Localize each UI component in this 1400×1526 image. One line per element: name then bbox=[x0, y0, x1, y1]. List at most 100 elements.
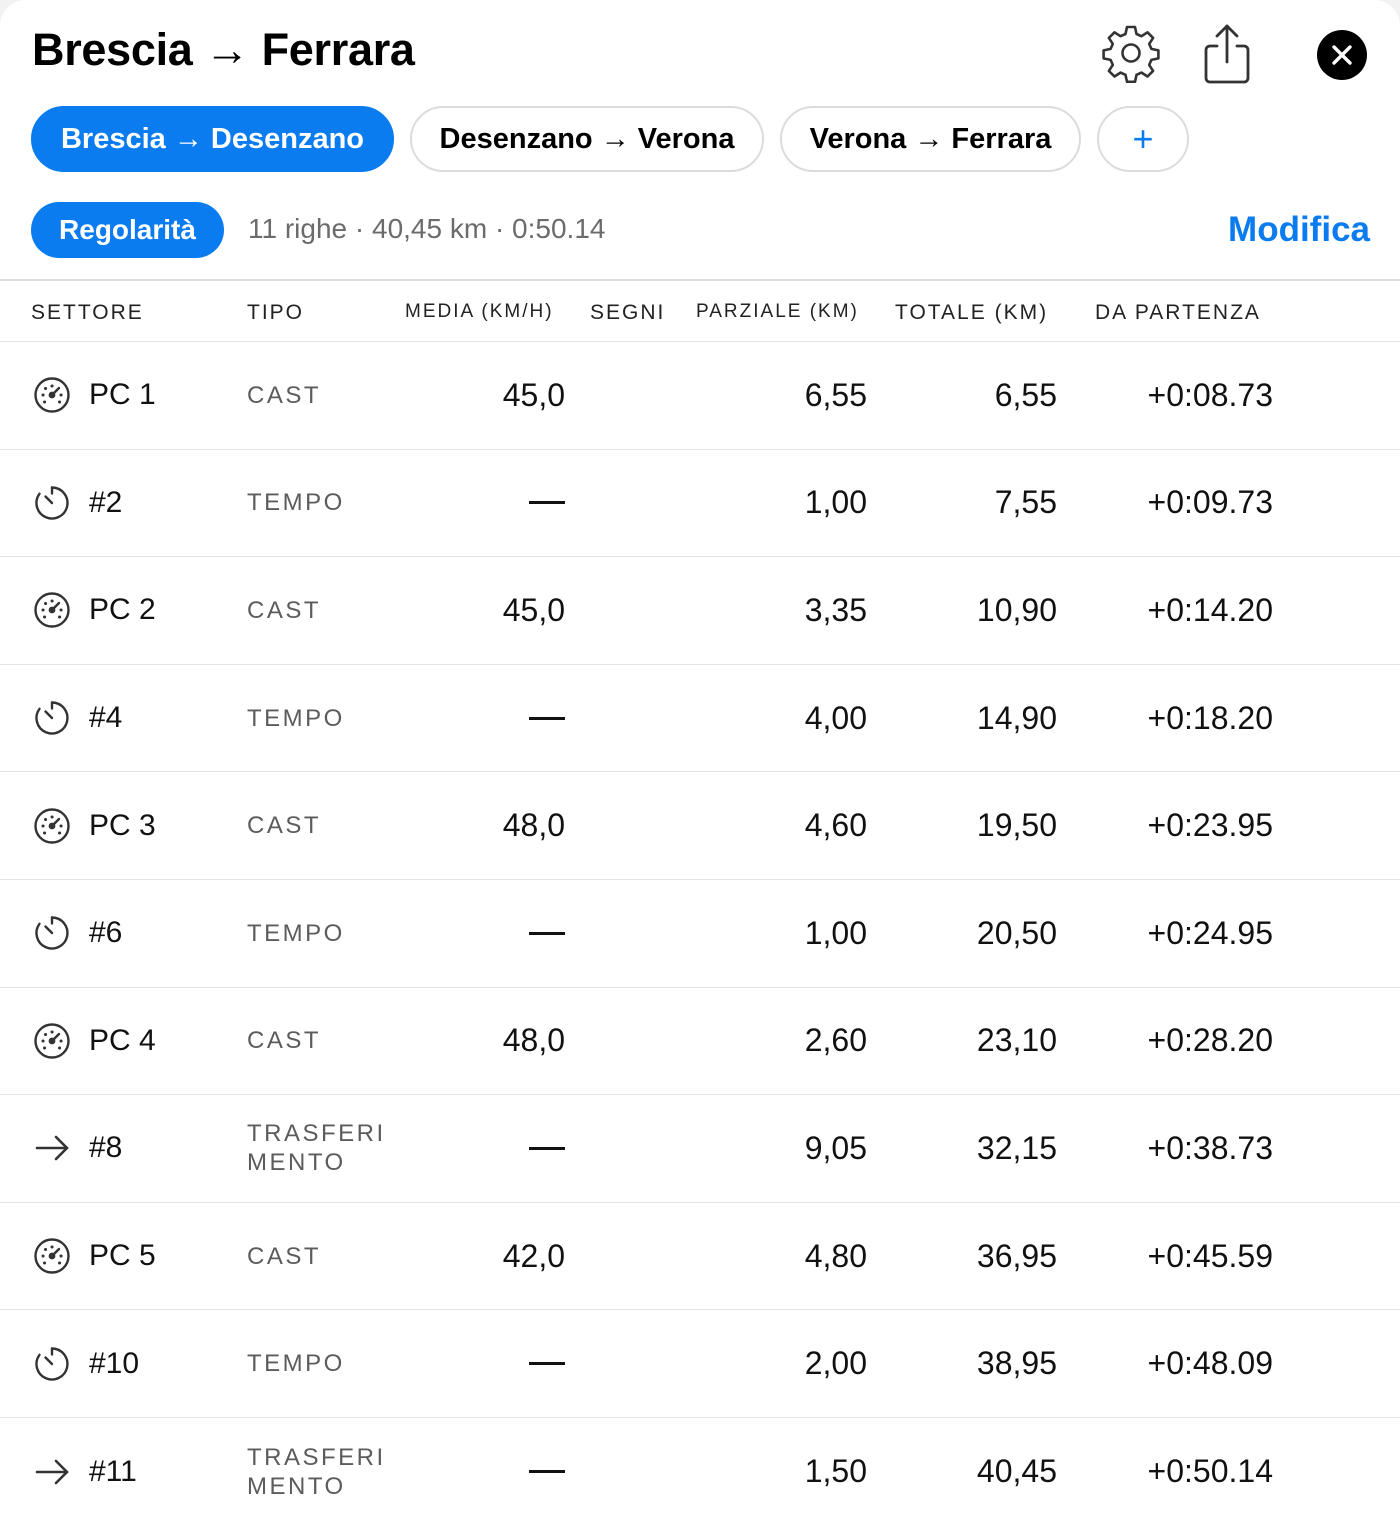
totale-cell: 6,55 bbox=[994, 376, 1057, 413]
sector-table: PC 1 CAST 45,0 6,55 6,55 +0:08.73 #2 TEMPO — 1,00… bbox=[0, 342, 1400, 1526]
table-row[interactable]: PC 1 CAST 45,0 6,55 6,55 +0:08.73 bbox=[0, 342, 1400, 450]
parziale-cell: 4,60 bbox=[804, 807, 867, 844]
sector-label: PC 5 bbox=[89, 1239, 156, 1273]
column-header-segni: SEGNI bbox=[590, 301, 666, 324]
speedometer-icon bbox=[31, 557, 73, 664]
media-empty-dash: — bbox=[529, 716, 565, 720]
sector-type: CAST bbox=[247, 1027, 322, 1055]
sector-type: CAST bbox=[247, 381, 322, 409]
tab-segment-2[interactable]: Desenzano → Verona bbox=[410, 106, 764, 172]
table-row[interactable]: #8 TRASFERIMENTO — 9,05 32,15 +0:38.73 bbox=[0, 1095, 1400, 1203]
media-cell: — bbox=[529, 1310, 565, 1417]
arrow-right-icon bbox=[31, 1095, 73, 1202]
media-cell: — bbox=[529, 450, 565, 557]
sector-label: PC 3 bbox=[89, 808, 156, 842]
table-row[interactable]: PC 4 CAST 48,0 2,60 23,10 +0:28.20 bbox=[0, 988, 1400, 1096]
sector-type: TEMPO bbox=[247, 919, 345, 947]
column-header-tipo: TIPO bbox=[247, 301, 305, 324]
media-cell: 42,0 bbox=[502, 1237, 565, 1274]
speedometer-icon bbox=[31, 772, 73, 879]
parziale-cell: 1,00 bbox=[804, 914, 867, 951]
speedometer-icon bbox=[31, 988, 73, 1095]
table-row[interactable]: PC 5 CAST 42,0 4,80 36,95 +0:45.59 bbox=[0, 1203, 1400, 1311]
column-header-settore: SETTORE bbox=[31, 301, 144, 324]
table-row[interactable]: #2 TEMPO — 1,00 7,55 +0:09.73 bbox=[0, 450, 1400, 558]
media-empty-dash: — bbox=[529, 1362, 565, 1366]
route-summary: 11 righe · 40,45 km · 0:50.14 bbox=[248, 213, 606, 244]
media-cell: 48,0 bbox=[502, 807, 565, 844]
parziale-cell: 2,00 bbox=[804, 1345, 867, 1382]
speedometer-icon bbox=[31, 342, 73, 449]
parziale-cell: 6,55 bbox=[804, 376, 867, 413]
da-partenza-cell: +0:08.73 bbox=[1147, 376, 1273, 413]
totale-cell: 20,50 bbox=[976, 914, 1057, 951]
share-icon bbox=[1201, 22, 1253, 86]
sector-label: #8 bbox=[89, 1131, 123, 1165]
column-header-da-partenza: DA PARTENZA bbox=[1095, 301, 1261, 324]
media-cell: 45,0 bbox=[502, 591, 565, 628]
media-empty-dash: — bbox=[529, 501, 565, 505]
parziale-cell: 1,50 bbox=[804, 1453, 867, 1490]
mode-badge[interactable]: Regolarità bbox=[31, 202, 224, 258]
media-empty-dash: — bbox=[529, 931, 565, 935]
da-partenza-cell: +0:24.95 bbox=[1147, 914, 1273, 951]
sector-label: #6 bbox=[89, 916, 123, 950]
totale-cell: 23,10 bbox=[976, 1022, 1057, 1059]
parziale-cell: 2,60 bbox=[804, 1022, 867, 1059]
settings-button[interactable] bbox=[1100, 22, 1162, 84]
gear-icon bbox=[1101, 23, 1161, 83]
table-row[interactable]: #10 TEMPO — 2,00 38,95 +0:48.09 bbox=[0, 1310, 1400, 1418]
arrow-right-icon bbox=[31, 1418, 73, 1526]
sector-label: PC 4 bbox=[89, 1023, 156, 1057]
route-sheet: Brescia → Ferrara Brescia → Desenzano De… bbox=[0, 0, 1400, 1526]
sector-label: #4 bbox=[89, 701, 123, 735]
totale-cell: 38,95 bbox=[976, 1345, 1057, 1382]
da-partenza-cell: +0:38.73 bbox=[1147, 1129, 1273, 1166]
da-partenza-cell: +0:28.20 bbox=[1147, 1022, 1273, 1059]
close-icon bbox=[1330, 43, 1354, 67]
da-partenza-cell: +0:14.20 bbox=[1147, 591, 1273, 628]
media-cell: 48,0 bbox=[502, 1022, 565, 1059]
table-row[interactable]: PC 3 CAST 48,0 4,60 19,50 +0:23.95 bbox=[0, 772, 1400, 880]
close-button[interactable] bbox=[1317, 30, 1367, 80]
table-row[interactable]: #4 TEMPO — 4,00 14,90 +0:18.20 bbox=[0, 665, 1400, 773]
share-button[interactable] bbox=[1198, 20, 1256, 88]
da-partenza-cell: +0:50.14 bbox=[1147, 1453, 1273, 1490]
totale-cell: 10,90 bbox=[976, 591, 1057, 628]
totale-cell: 14,90 bbox=[976, 699, 1057, 736]
sector-type: CAST bbox=[247, 1242, 322, 1270]
sector-label: #10 bbox=[89, 1346, 140, 1380]
parziale-cell: 3,35 bbox=[804, 591, 867, 628]
table-row[interactable]: #6 TEMPO — 1,00 20,50 +0:24.95 bbox=[0, 880, 1400, 988]
page-title: Brescia → Ferrara bbox=[32, 24, 415, 75]
table-row[interactable]: PC 2 CAST 45,0 3,35 10,90 +0:14.20 bbox=[0, 557, 1400, 665]
sector-label: #11 bbox=[89, 1454, 137, 1488]
tab-segment-3[interactable]: Verona → Ferrara bbox=[780, 106, 1081, 172]
totale-cell: 32,15 bbox=[976, 1129, 1057, 1166]
timer-icon bbox=[31, 450, 73, 557]
sector-label: PC 2 bbox=[89, 593, 156, 627]
speedometer-icon bbox=[31, 1203, 73, 1310]
column-header-media: MEDIA (KM/H) bbox=[405, 301, 554, 322]
timer-icon bbox=[31, 880, 73, 987]
totale-cell: 40,45 bbox=[976, 1453, 1057, 1490]
column-header-totale: TOTALE (KM) bbox=[895, 301, 1049, 324]
media-empty-dash: — bbox=[529, 1146, 565, 1150]
edit-button[interactable]: Modifica bbox=[1228, 210, 1370, 250]
tab-segment-1[interactable]: Brescia → Desenzano bbox=[31, 106, 394, 172]
sector-type: TRASFERI MENTO bbox=[247, 1443, 386, 1500]
add-segment-button[interactable]: + bbox=[1097, 106, 1189, 172]
table-header: SETTORE TIPO MEDIA (KM/H) SEGNI PARZIALE… bbox=[0, 279, 1400, 342]
parziale-cell: 4,80 bbox=[804, 1237, 867, 1274]
sector-type: TEMPO bbox=[247, 1350, 345, 1378]
sector-type: TEMPO bbox=[247, 704, 345, 732]
timer-icon bbox=[31, 1310, 73, 1417]
column-header-parziale: PARZIALE (KM) bbox=[696, 301, 859, 322]
da-partenza-cell: +0:18.20 bbox=[1147, 699, 1273, 736]
media-cell: — bbox=[529, 665, 565, 772]
table-row[interactable]: #11 TRASFERIMENTO — 1,50 40,45 +0:50.14 bbox=[0, 1418, 1400, 1526]
sector-label: PC 1 bbox=[89, 378, 156, 412]
media-cell: — bbox=[529, 1095, 565, 1202]
media-empty-dash: — bbox=[529, 1470, 565, 1474]
da-partenza-cell: +0:45.59 bbox=[1147, 1237, 1273, 1274]
